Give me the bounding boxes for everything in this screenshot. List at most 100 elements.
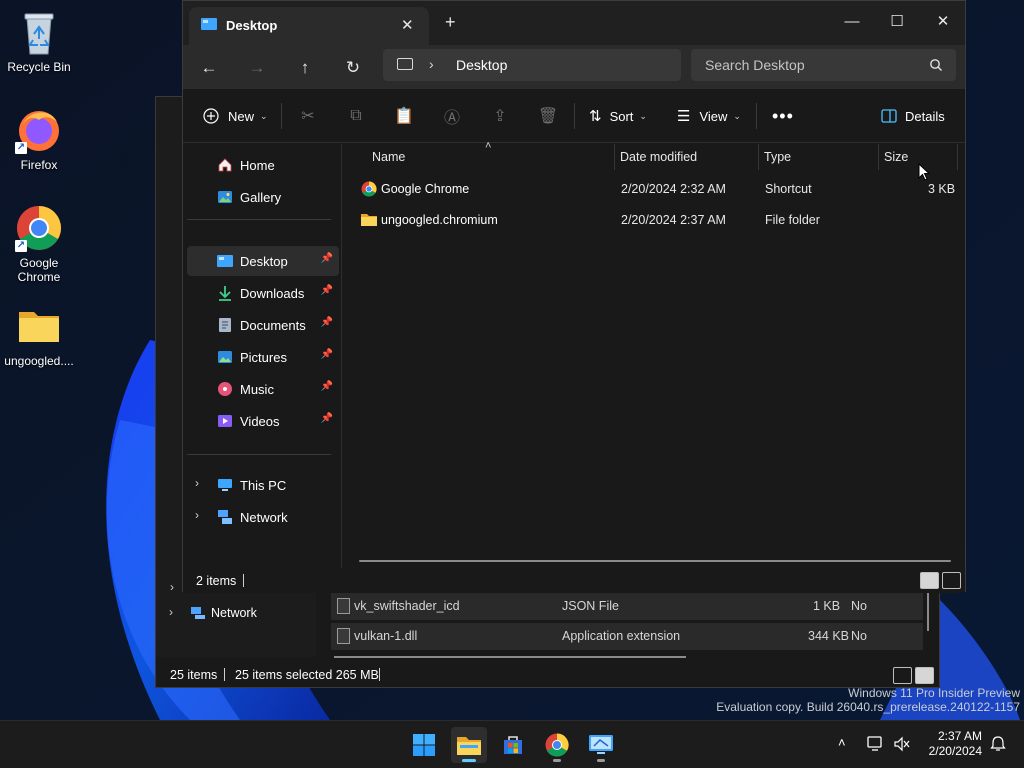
pin-icon[interactable]: 📌 bbox=[321, 253, 333, 264]
nav-item-label: Videos bbox=[240, 413, 280, 429]
start-button[interactable] bbox=[406, 727, 442, 763]
running-indicator bbox=[553, 759, 561, 762]
chevron-right-icon[interactable]: › bbox=[195, 476, 199, 490]
maximize-button[interactable]: ☐ bbox=[874, 7, 920, 37]
back-button[interactable]: ← bbox=[195, 54, 223, 82]
horizontal-scrollbar[interactable] bbox=[359, 560, 951, 562]
tab-desktop[interactable]: Desktop ✕ bbox=[189, 7, 429, 45]
desktop-icon-ungoogled[interactable]: ungoogled.... bbox=[1, 302, 77, 368]
nav-item-home[interactable]: Home bbox=[187, 150, 339, 180]
taskbar-file-explorer[interactable] bbox=[451, 727, 487, 763]
toolbar-divider bbox=[756, 103, 757, 129]
view-button[interactable]: ☰ View ⌄ bbox=[677, 103, 741, 129]
file-explorer-window[interactable]: Desktop ✕ + — ☐ ✕ ← → ↑ ↻ › Desktop New … bbox=[182, 0, 966, 593]
downloads-icon bbox=[217, 285, 233, 301]
new-tab-button[interactable]: + bbox=[445, 13, 456, 31]
details-view-toggle[interactable] bbox=[893, 667, 912, 684]
shortcut-arrow-icon: ↗ bbox=[15, 240, 27, 252]
column-divider[interactable] bbox=[758, 144, 759, 170]
nav-item-network[interactable]: › Network bbox=[187, 502, 339, 532]
system-clock[interactable]: 2:37 AM 2/20/2024 bbox=[918, 729, 982, 759]
toolbar-divider bbox=[574, 103, 575, 129]
file-type: Shortcut bbox=[765, 182, 812, 196]
volume-muted-icon[interactable] bbox=[893, 736, 911, 752]
desktop-icon-firefox[interactable]: ↗ Firefox bbox=[1, 106, 77, 172]
this-pc-icon bbox=[217, 477, 233, 493]
column-header-size[interactable]: Size bbox=[884, 150, 908, 164]
tiles-view-toggle[interactable] bbox=[915, 667, 934, 684]
table-row[interactable]: vk_swiftshader_icd JSON File 1 KB No bbox=[331, 593, 923, 620]
nav-item-videos[interactable]: Videos 📌 bbox=[187, 406, 339, 436]
cut-button[interactable]: ✂ bbox=[295, 103, 321, 129]
column-divider[interactable] bbox=[878, 144, 879, 170]
column-header-name[interactable]: Name bbox=[372, 150, 405, 164]
column-divider[interactable] bbox=[957, 144, 958, 170]
taskbar-remote-desktop[interactable] bbox=[583, 727, 619, 763]
pin-icon[interactable]: 📌 bbox=[321, 349, 333, 360]
show-hidden-icons-button[interactable]: ˄ bbox=[838, 735, 846, 750]
close-tab-icon[interactable]: ✕ bbox=[401, 16, 414, 34]
close-window-button[interactable]: ✕ bbox=[920, 7, 966, 37]
pin-icon[interactable]: 📌 bbox=[321, 413, 333, 424]
details-view-toggle[interactable] bbox=[920, 572, 939, 589]
search-input[interactable] bbox=[705, 56, 925, 74]
vertical-scrollbar[interactable] bbox=[927, 593, 929, 631]
chevron-right-icon[interactable]: › bbox=[169, 605, 173, 619]
network-status-icon[interactable] bbox=[867, 736, 885, 752]
nav-item-network[interactable]: Network bbox=[211, 606, 257, 620]
address-bar[interactable]: › Desktop bbox=[383, 49, 681, 81]
paste-button[interactable]: 📋 bbox=[391, 103, 417, 129]
delete-button[interactable]: 🗑 bbox=[535, 103, 561, 129]
item-count: 25 items bbox=[170, 668, 218, 682]
details-pane-button[interactable]: Details bbox=[881, 103, 945, 129]
sort-button[interactable]: ⇅ Sort ⌄ bbox=[589, 103, 647, 129]
pin-icon[interactable]: 📌 bbox=[321, 381, 333, 392]
status-divider bbox=[379, 668, 380, 681]
up-button[interactable]: ↑ bbox=[291, 54, 319, 82]
taskbar-chrome[interactable] bbox=[539, 727, 575, 763]
table-row[interactable]: vulkan-1.dll Application extension 344 K… bbox=[331, 623, 923, 650]
column-divider[interactable] bbox=[614, 144, 615, 170]
nav-item-gallery[interactable]: Gallery bbox=[187, 182, 339, 212]
new-label: New bbox=[228, 108, 255, 124]
refresh-button[interactable]: ↻ bbox=[339, 54, 367, 82]
column-header-type[interactable]: Type bbox=[764, 150, 791, 164]
share-button[interactable]: ⇪ bbox=[487, 103, 513, 129]
file-date: 2/20/2024 2:32 AM bbox=[621, 182, 726, 196]
nav-item-documents[interactable]: Documents 📌 bbox=[187, 310, 339, 340]
rename-button[interactable]: Ⓐ bbox=[439, 103, 465, 129]
table-row[interactable]: ungoogled.chromium 2/20/2024 2:37 AM Fil… bbox=[351, 205, 956, 235]
table-row[interactable]: Google Chrome 2/20/2024 2:32 AM Shortcut… bbox=[351, 174, 956, 204]
pin-icon[interactable]: 📌 bbox=[321, 317, 333, 328]
nav-item-downloads[interactable]: Downloads 📌 bbox=[187, 278, 339, 308]
navigation-pane: Home Gallery Desktop 📌 Downloads 📌 Docum… bbox=[183, 144, 342, 568]
tiles-view-toggle[interactable] bbox=[942, 572, 961, 589]
chevron-right-icon[interactable]: › bbox=[429, 56, 434, 72]
column-header-date[interactable]: Date modified bbox=[620, 150, 697, 164]
status-divider bbox=[243, 574, 244, 587]
desktop-icon-recycle-bin[interactable]: Recycle Bin bbox=[1, 8, 77, 74]
copy-button[interactable]: ⧉ bbox=[343, 103, 369, 129]
horizontal-scrollbar[interactable] bbox=[334, 656, 686, 658]
nav-item-pictures[interactable]: Pictures 📌 bbox=[187, 342, 339, 372]
title-bar[interactable]: Desktop ✕ + — ☐ ✕ bbox=[183, 1, 965, 45]
documents-icon bbox=[217, 317, 233, 333]
desktop-icon-chrome[interactable]: ↗ Google Chrome bbox=[1, 204, 77, 284]
pin-icon[interactable]: 📌 bbox=[321, 285, 333, 296]
new-button[interactable]: New ⌄ bbox=[203, 103, 268, 129]
search-icon[interactable] bbox=[929, 58, 943, 72]
chevron-right-icon[interactable]: › bbox=[195, 508, 199, 522]
nav-item-desktop[interactable]: Desktop 📌 bbox=[187, 246, 339, 276]
minimize-button[interactable]: — bbox=[829, 7, 875, 37]
file-name: Google Chrome bbox=[381, 182, 470, 196]
taskbar-store[interactable] bbox=[495, 727, 531, 763]
more-options-button[interactable]: ••• bbox=[772, 103, 794, 129]
forward-button[interactable]: → bbox=[243, 54, 271, 82]
search-box[interactable] bbox=[691, 49, 956, 81]
nav-item-this-pc[interactable]: › This PC bbox=[187, 470, 339, 500]
notification-bell-icon[interactable] bbox=[989, 735, 1007, 753]
chevron-right-icon[interactable]: › bbox=[170, 580, 174, 594]
breadcrumb-desktop[interactable]: Desktop bbox=[456, 57, 507, 73]
nav-item-music[interactable]: Music 📌 bbox=[187, 374, 339, 404]
view-icon: ☰ bbox=[677, 108, 691, 125]
